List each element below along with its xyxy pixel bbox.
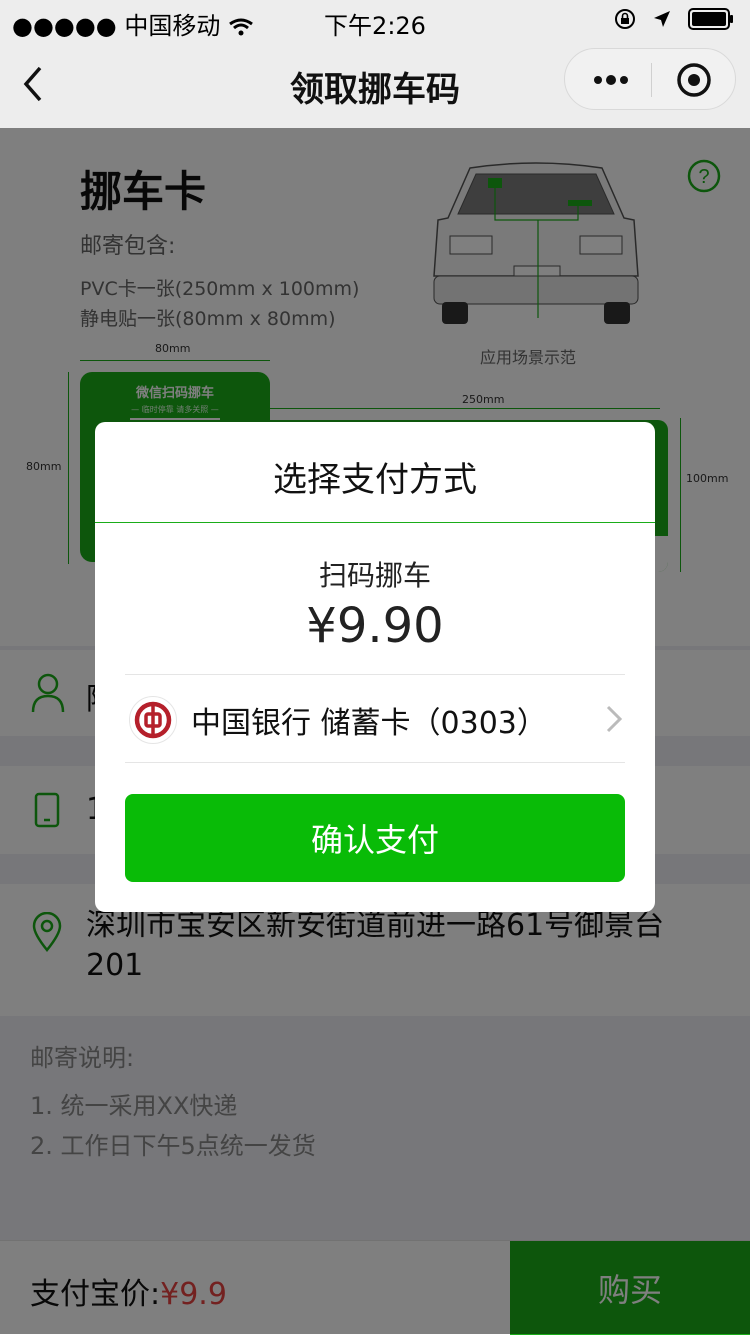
confirm-payment-button[interactable]: 确认支付 bbox=[125, 794, 625, 882]
nav-bar: 领取挪车码 bbox=[0, 40, 750, 128]
bank-of-china-icon bbox=[134, 701, 172, 739]
battery-icon bbox=[688, 8, 733, 30]
dialog-title-divider bbox=[95, 522, 655, 523]
payment-amount: ¥9.90 bbox=[306, 598, 444, 654]
payment-method-selector[interactable]: 中国银行 储蓄卡（0303） bbox=[125, 676, 625, 762]
more-dots-icon[interactable] bbox=[591, 65, 631, 95]
divider bbox=[125, 762, 625, 763]
chevron-right-icon bbox=[606, 705, 623, 733]
menu-capsule bbox=[564, 48, 736, 110]
rotation-lock-icon bbox=[615, 9, 635, 29]
dialog-title: 选择支付方式 bbox=[273, 460, 477, 500]
bank-card-name: 中国银行 储蓄卡（0303） bbox=[191, 706, 547, 741]
capsule-divider bbox=[651, 63, 652, 97]
bank-logo-badge bbox=[129, 696, 177, 744]
status-right bbox=[614, 8, 734, 30]
location-arrow-icon bbox=[654, 11, 670, 27]
status-bar: ●●●●● 中国移动 下午2:26 bbox=[0, 0, 750, 40]
payment-item-name: 扫码挪车 bbox=[318, 559, 431, 592]
payment-dialog: 选择支付方式 扫码挪车 ¥9.90 中国银行 储蓄卡（0303） 确认支付 bbox=[95, 422, 655, 912]
target-icon[interactable] bbox=[675, 61, 713, 99]
divider bbox=[125, 674, 625, 675]
